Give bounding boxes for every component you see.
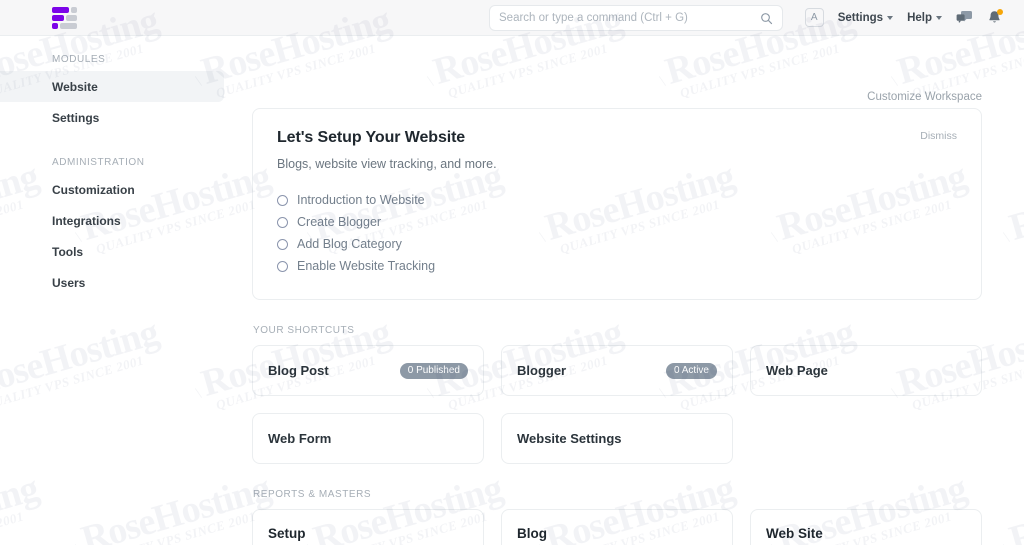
circle-outline-icon bbox=[277, 194, 288, 206]
shortcuts-grid-empty-cell bbox=[750, 413, 982, 464]
search-input[interactable] bbox=[499, 12, 760, 24]
sidebar-item-users[interactable]: Users bbox=[0, 267, 224, 298]
status-badge: 0 Active bbox=[665, 362, 717, 379]
circle-outline-icon bbox=[277, 260, 288, 272]
help-menu-label: Help bbox=[907, 11, 932, 24]
shortcut-label: Blogger bbox=[517, 363, 567, 378]
sidebar-section-title-modules: MODULES bbox=[52, 54, 106, 65]
app-shell: MODULES Website Settings ADMINISTRATION … bbox=[0, 36, 1024, 545]
workspace-content: Customize Workspace Let's Setup Your Web… bbox=[240, 36, 1024, 545]
sidebar-item-integrations[interactable]: Integrations bbox=[0, 205, 224, 236]
chat-bubbles-icon bbox=[956, 11, 972, 23]
sidebar-item-label: Customization bbox=[52, 182, 135, 197]
navbar-right-group: A Settings Help bbox=[804, 0, 1003, 35]
shortcut-web-form[interactable]: Web Form bbox=[252, 413, 484, 464]
shortcut-label: Blog Post bbox=[268, 363, 329, 378]
sidebar-section-title-administration: ADMINISTRATION bbox=[52, 157, 145, 168]
chevron-down-icon bbox=[887, 15, 894, 20]
circle-outline-icon bbox=[277, 238, 288, 250]
onboarding-step-label: Add Blog Category bbox=[297, 237, 402, 251]
onboarding-step[interactable]: Enable Website Tracking bbox=[277, 259, 957, 273]
settings-menu[interactable]: Settings bbox=[837, 11, 894, 24]
circle-outline-icon bbox=[277, 216, 288, 228]
shortcut-label: Web Page bbox=[766, 363, 828, 378]
shortcut-website-settings[interactable]: Website Settings bbox=[501, 413, 733, 464]
shortcut-label: Web Form bbox=[268, 431, 332, 446]
sidebar-item-label: Integrations bbox=[52, 213, 121, 228]
onboarding-step[interactable]: Introduction to Website bbox=[277, 193, 957, 207]
dismiss-button[interactable]: Dismiss bbox=[920, 130, 957, 142]
customize-workspace-button[interactable]: Customize Workspace bbox=[867, 91, 982, 103]
sidebar: MODULES Website Settings ADMINISTRATION … bbox=[0, 36, 240, 545]
shortcut-label: Website Settings bbox=[517, 431, 622, 446]
onboarding-step-label: Create Blogger bbox=[297, 215, 382, 229]
sidebar-item-label: Users bbox=[52, 275, 86, 290]
card-title: Setup bbox=[268, 526, 306, 541]
frappe-logo-icon[interactable] bbox=[52, 6, 96, 29]
onboarding-step-label: Introduction to Website bbox=[297, 193, 425, 207]
top-navbar: A Settings Help bbox=[0, 0, 1024, 36]
sidebar-item-settings[interactable]: Settings bbox=[0, 102, 224, 133]
report-card-setup: Setup Website Settings bbox=[252, 509, 484, 545]
sidebar-item-label: Settings bbox=[52, 110, 100, 125]
notification-indicator-dot bbox=[997, 8, 1003, 15]
chat-button[interactable] bbox=[956, 10, 973, 25]
sidebar-item-label: Tools bbox=[52, 244, 84, 259]
onboarding-step[interactable]: Create Blogger bbox=[277, 215, 957, 229]
chevron-down-icon bbox=[936, 15, 942, 20]
onboarding-card: Let's Setup Your Website Blogs, website … bbox=[252, 108, 982, 300]
shortcuts-grid: Blog Post 0 Published Blogger 0 Active W… bbox=[252, 345, 982, 464]
reports-grid: Setup Website Settings Blog Blog Post bbox=[252, 509, 982, 545]
onboarding-step[interactable]: Add Blog Category bbox=[277, 237, 957, 251]
sidebar-item-tools[interactable]: Tools bbox=[0, 236, 224, 267]
shortcuts-section-title: YOUR SHORTCUTS bbox=[253, 325, 355, 336]
shortcut-blog-post[interactable]: Blog Post 0 Published bbox=[252, 345, 484, 396]
onboarding-step-label: Enable Website Tracking bbox=[297, 259, 436, 273]
report-card-web-site: Web Site Web Page bbox=[750, 509, 982, 545]
shortcut-web-page[interactable]: Web Page bbox=[750, 345, 982, 396]
avatar[interactable]: A bbox=[804, 8, 824, 27]
sidebar-item-label: Website bbox=[52, 79, 98, 94]
settings-menu-label: Settings bbox=[837, 11, 884, 24]
report-card-blog: Blog Blog Post bbox=[501, 509, 733, 545]
onboarding-step-list: Introduction to Website Create Blogger A… bbox=[277, 193, 957, 273]
global-search-box[interactable] bbox=[489, 5, 783, 31]
onboarding-subtitle: Blogs, website view tracking, and more. bbox=[277, 157, 497, 171]
help-menu[interactable]: Help bbox=[907, 12, 942, 24]
card-title: Web Site bbox=[766, 526, 823, 541]
sidebar-item-website[interactable]: Website bbox=[0, 71, 224, 102]
status-badge: 0 Published bbox=[399, 362, 468, 379]
shortcut-blogger[interactable]: Blogger 0 Active bbox=[501, 345, 733, 396]
sidebar-item-customization[interactable]: Customization bbox=[0, 174, 224, 205]
onboarding-title: Let's Setup Your Website bbox=[277, 129, 466, 146]
card-title: Blog bbox=[517, 526, 547, 541]
notifications-button[interactable] bbox=[987, 8, 1003, 26]
search-icon bbox=[761, 12, 773, 24]
reports-section-title: REPORTS & MASTERS bbox=[253, 489, 372, 500]
